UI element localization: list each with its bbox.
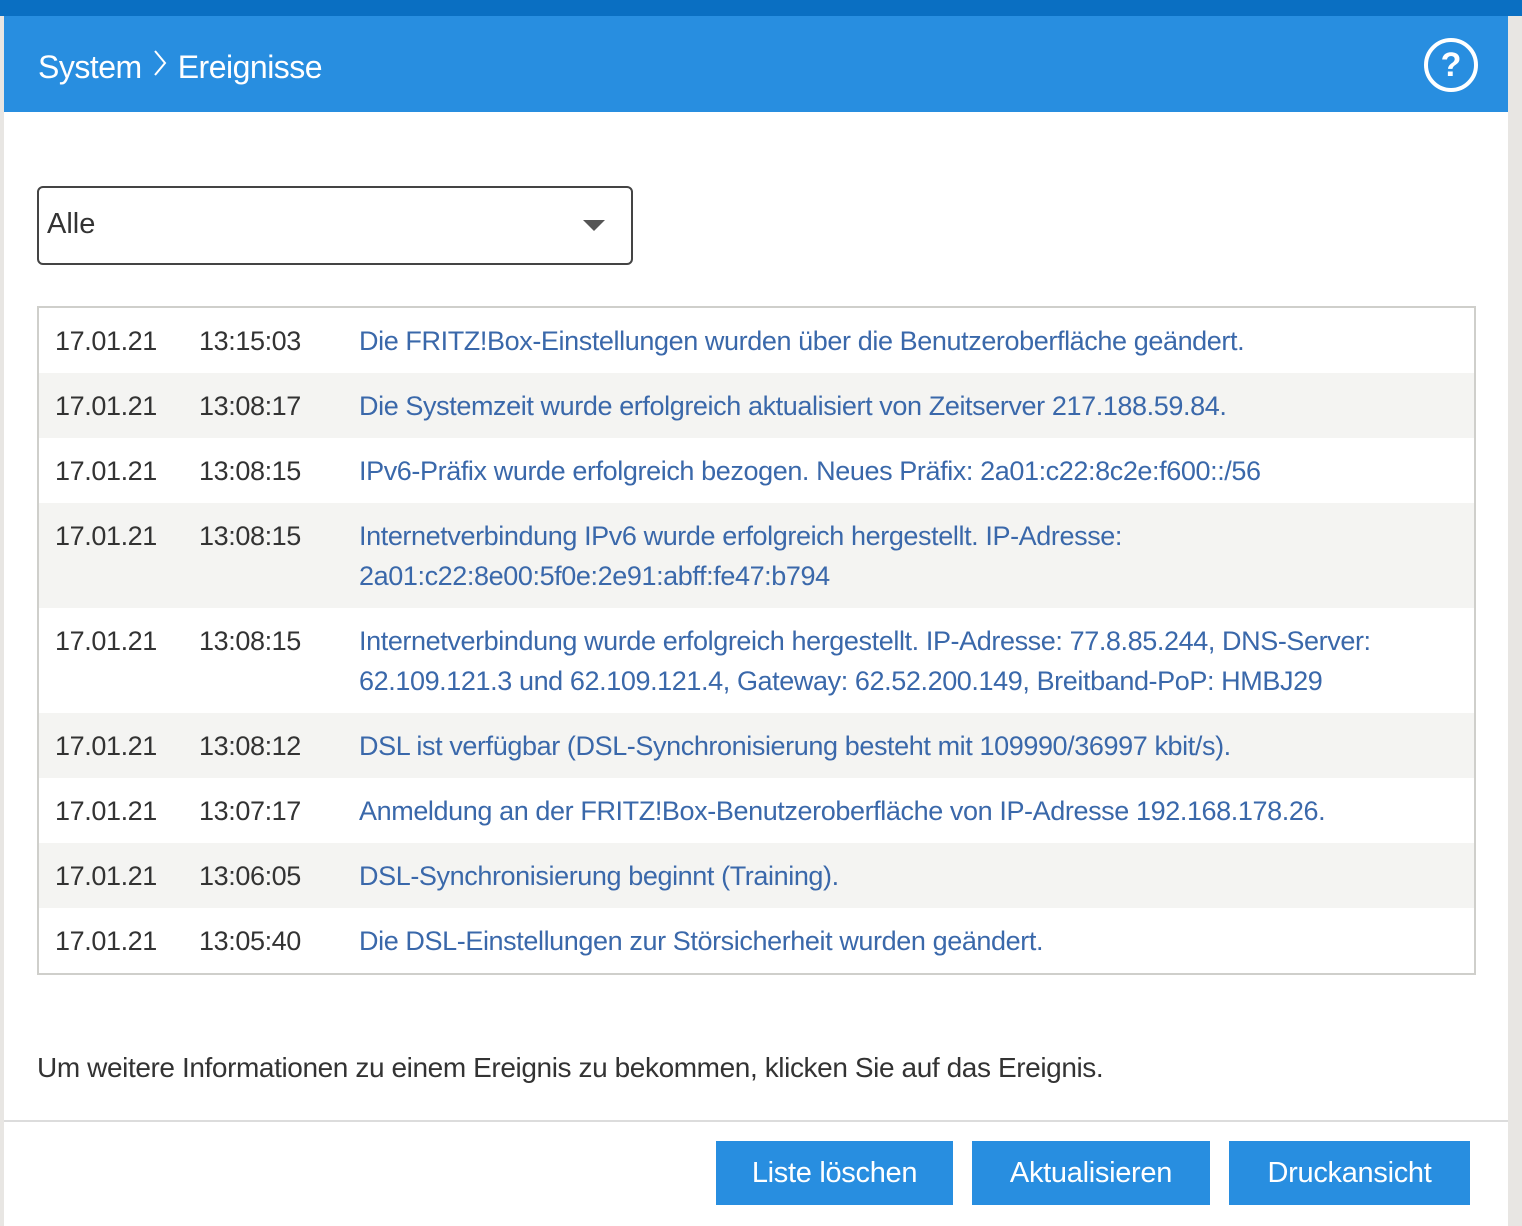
event-time: 13:08:15 <box>199 626 301 656</box>
event-message[interactable]: Anmeldung an der FRITZ!Box-Benutzeroberf… <box>359 791 1459 831</box>
event-time: 13:07:17 <box>199 796 301 826</box>
clear-list-button[interactable]: Liste löschen <box>716 1141 953 1205</box>
event-time: 13:08:12 <box>199 731 301 761</box>
event-date: 17.01.21 <box>55 521 157 551</box>
event-row[interactable]: 17.01.21 13:06:05 DSL-Synchronisierung beg… <box>39 843 1474 908</box>
event-date: 17.01.21 <box>55 391 157 421</box>
event-message[interactable]: DSL-Synchronisierung beginnt (Training). <box>359 856 1459 896</box>
refresh-button[interactable]: Aktualisieren <box>972 1141 1210 1205</box>
event-row[interactable]: 17.01.21 13:08:15 Internetverbindung wurde… <box>39 608 1474 713</box>
event-date: 17.01.21 <box>55 731 157 761</box>
event-message[interactable]: Die Systemzeit wurde erfolgreich aktuali… <box>359 386 1459 426</box>
event-time: 13:06:05 <box>199 861 301 891</box>
event-message[interactable]: Die FRITZ!Box-Einstellungen wurden über … <box>359 321 1459 361</box>
breadcrumb-ereignisse: Ereignisse <box>177 48 323 85</box>
event-date: 17.01.21 <box>55 926 157 956</box>
help-icon[interactable]: ? <box>1424 38 1478 92</box>
event-date: 17.01.21 <box>55 861 157 891</box>
event-message[interactable]: IPv6-Präfix wurde erfolgreich bezogen. N… <box>359 451 1459 491</box>
divider <box>4 1120 1508 1122</box>
info-text: Um weitere Informationen zu einem Ereign… <box>37 1052 1104 1083</box>
event-row[interactable]: 17.01.21 13:15:03 Die FRITZ!Box-Einstellun… <box>39 308 1474 373</box>
event-date: 17.01.21 <box>55 326 157 356</box>
event-time: 13:08:17 <box>199 391 301 421</box>
event-filter-select[interactable]: Alle <box>37 186 633 265</box>
breadcrumb: System Ereignisse <box>38 48 323 86</box>
event-date: 17.01.21 <box>55 796 157 826</box>
event-filter-value: Alle <box>47 208 96 240</box>
event-time: 13:05:40 <box>199 926 301 956</box>
chevron-right-icon <box>152 48 168 86</box>
events-panel: System Ereignisse ? Alle 17.01.21 13:15:0… <box>4 16 1508 1226</box>
event-time: 13:15:03 <box>199 326 301 356</box>
event-row[interactable]: 17.01.21 13:08:17 Die Systemzeit wurde erf… <box>39 373 1474 438</box>
print-view-button[interactable]: Druckansicht <box>1229 1141 1470 1205</box>
page-header: System Ereignisse ? <box>4 16 1508 112</box>
event-row[interactable]: 17.01.21 13:08:15 Internetverbindung IPv6 … <box>39 503 1474 608</box>
event-message[interactable]: Internetverbindung IPv6 wurde erfolgreic… <box>359 516 1459 596</box>
chevron-down-icon <box>583 220 605 231</box>
event-row[interactable]: 17.01.21 13:05:40 Die DSL-Einstellungen zu… <box>39 908 1474 973</box>
event-message[interactable]: Internetverbindung wurde erfolgreich her… <box>359 621 1459 701</box>
event-row[interactable]: 17.01.21 13:07:17 Anmeldung an der FRITZ!B… <box>39 778 1474 843</box>
breadcrumb-system[interactable]: System <box>38 49 142 86</box>
event-message[interactable]: Die DSL-Einstellungen zur Störsicherheit… <box>359 921 1459 961</box>
top-strip <box>0 0 1522 16</box>
events-table: 17.01.21 13:15:03 Die FRITZ!Box-Einstellun… <box>37 306 1476 975</box>
event-date: 17.01.21 <box>55 456 157 486</box>
event-message[interactable]: DSL ist verfügbar (DSL-Synchronisierung … <box>359 726 1459 766</box>
event-row[interactable]: 17.01.21 13:08:12 DSL ist verfügbar (DSL-S… <box>39 713 1474 778</box>
event-time: 13:08:15 <box>199 456 301 486</box>
event-row[interactable]: 17.01.21 13:08:15 IPv6-Präfix wurde erfolg… <box>39 438 1474 503</box>
event-time: 13:08:15 <box>199 521 301 551</box>
event-date: 17.01.21 <box>55 626 157 656</box>
